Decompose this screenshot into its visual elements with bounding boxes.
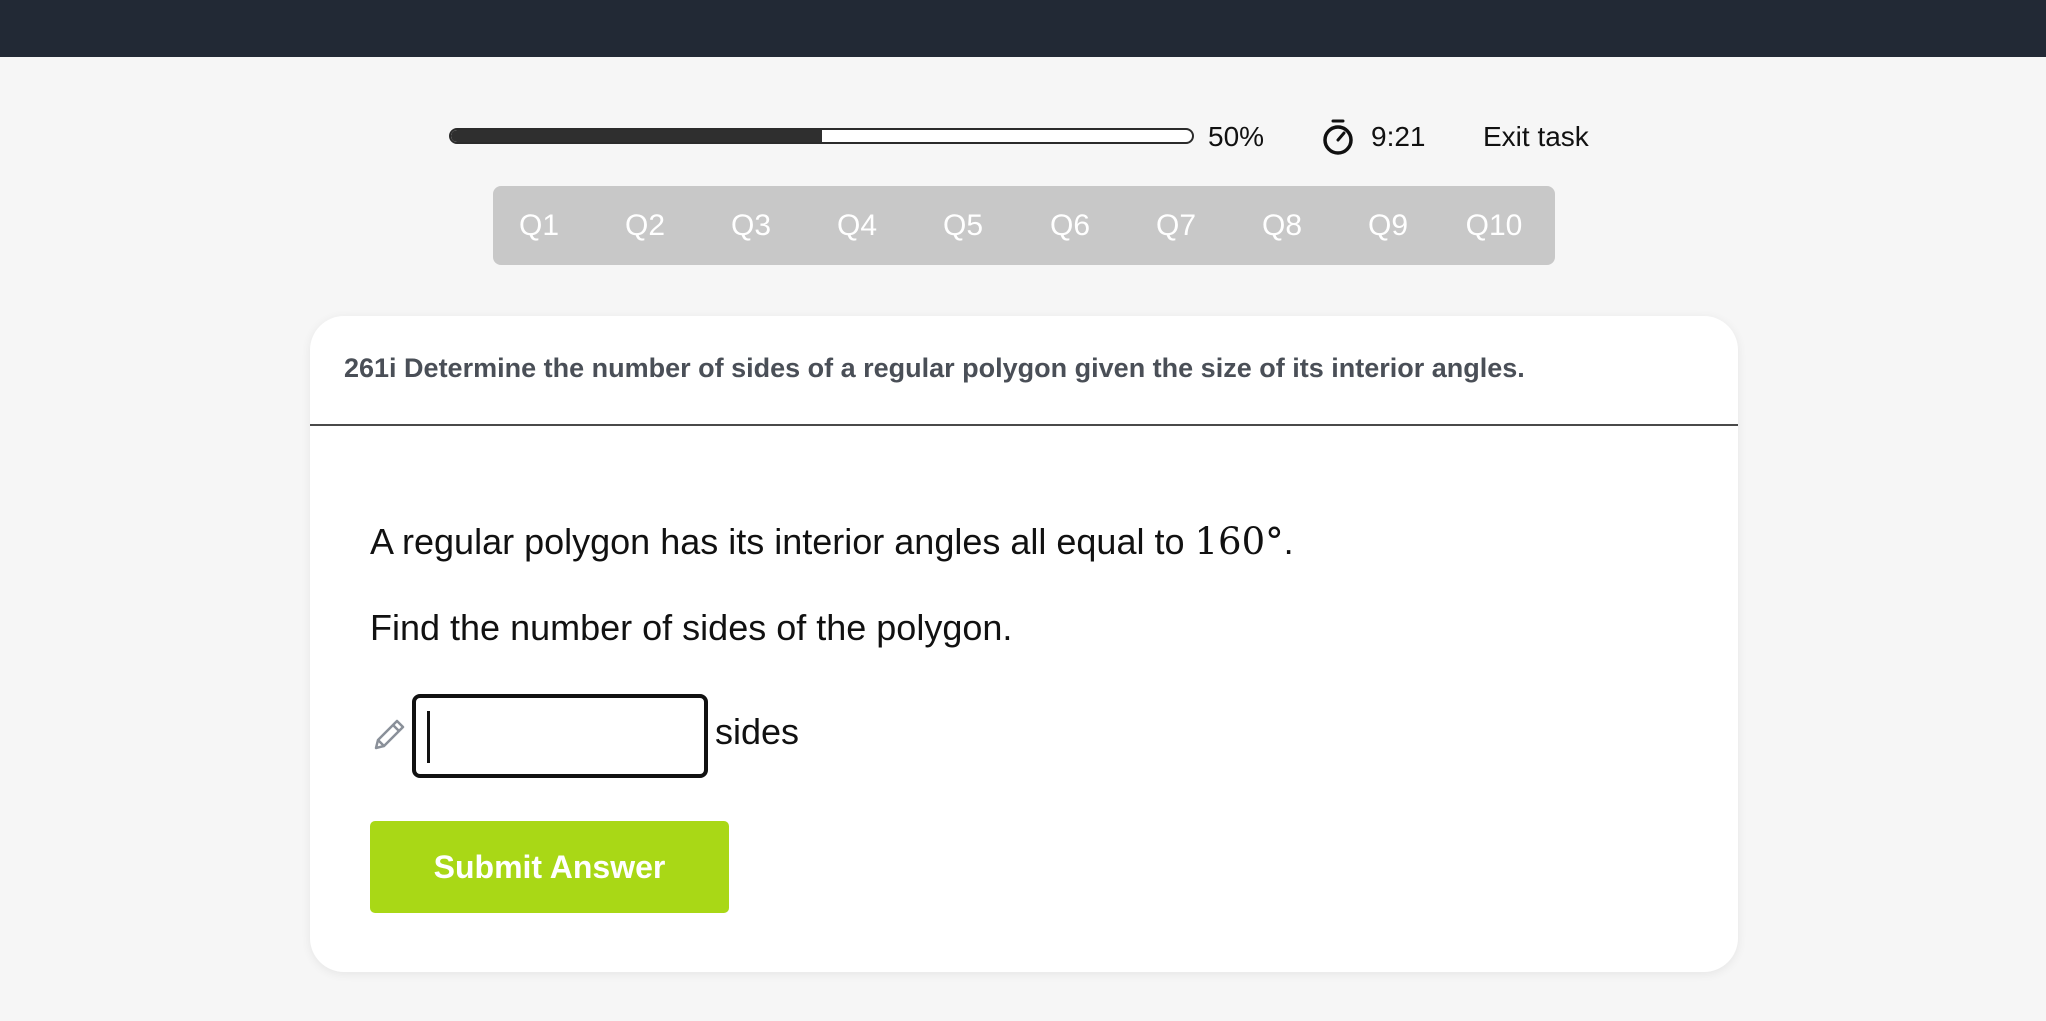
timer-text: 9:21: [1371, 121, 1426, 152]
submit-answer-button[interactable]: Submit Answer: [370, 821, 729, 913]
tab-q6[interactable]: Q6: [1030, 186, 1110, 265]
tab-q5[interactable]: Q5: [923, 186, 1003, 265]
question-card-header: 261i Determine the number of sides of a …: [310, 316, 1738, 426]
progress-percent: 50%: [1208, 121, 1265, 152]
question-prompt: A regular polygon has its interior angle…: [370, 520, 1294, 564]
tab-q3[interactable]: Q3: [711, 186, 791, 265]
question-title: 261i Determine the number of sides of a …: [344, 353, 1525, 383]
top-bar: [0, 0, 2046, 57]
question-tabs: Q1 Q2 Q3 Q4 Q5 Q6 Q7 Q8 Q9 Q10: [493, 186, 1555, 265]
progress-row: 50% 9:21 Exit task: [449, 116, 1599, 160]
tab-q8[interactable]: Q8: [1242, 186, 1322, 265]
tab-q1[interactable]: Q1: [499, 186, 579, 265]
tab-q10[interactable]: Q10: [1454, 186, 1534, 265]
question-instruction: Find the number of sides of the polygon.: [370, 607, 1013, 648]
text-caret: [427, 711, 430, 763]
question-prompt-text: A regular polygon has its interior angle…: [370, 521, 1195, 562]
progress-bar-fill: [451, 130, 822, 142]
tab-q9[interactable]: Q9: [1348, 186, 1428, 265]
progress-bar: [449, 128, 1194, 144]
pencil-icon: [374, 719, 405, 750]
question-card: 261i Determine the number of sides of a …: [310, 316, 1738, 972]
answer-input[interactable]: [412, 694, 708, 778]
tab-q2[interactable]: Q2: [605, 186, 685, 265]
tab-q7[interactable]: Q7: [1136, 186, 1216, 265]
exit-task-link[interactable]: Exit task: [1483, 121, 1589, 153]
answer-unit-label: sides: [715, 711, 800, 752]
stopwatch-icon: [1323, 119, 1353, 155]
question-prompt-end: .: [1283, 521, 1294, 562]
angle-value: 160°: [1194, 520, 1284, 563]
tab-q4[interactable]: Q4: [817, 186, 897, 265]
